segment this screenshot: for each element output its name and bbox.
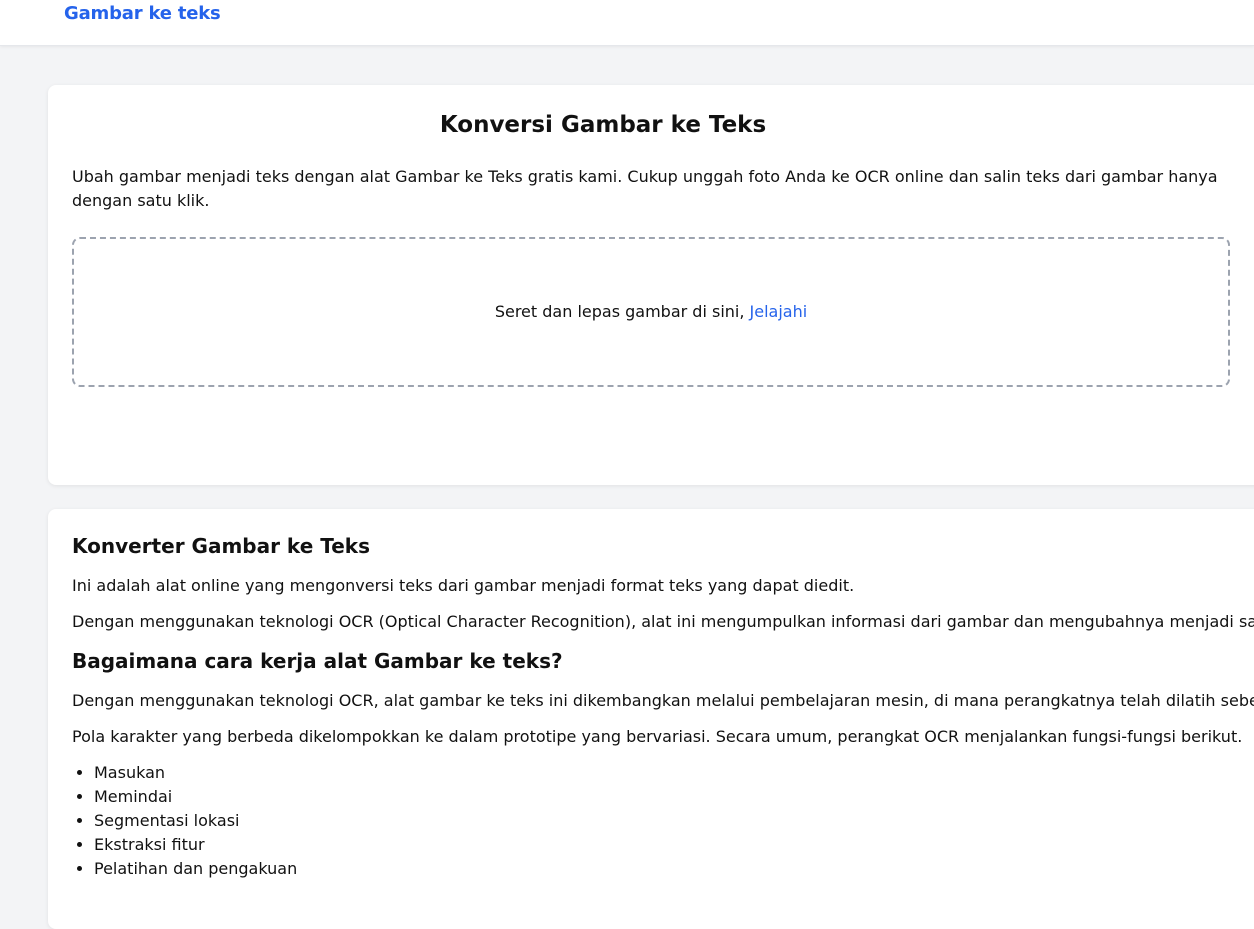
dropzone-label: Seret dan lepas gambar di sini, [494,302,750,321]
list-item: Pelatihan dan pengakuan [94,857,1254,881]
list-item: Memindai [94,785,1254,809]
info-paragraph-1: Ini adalah alat online yang mengonversi … [72,576,855,595]
browse-link[interactable]: Jelajahi [750,302,808,321]
tool-description: Ubah gambar menjadi teks dengan alat Gam… [72,167,1218,210]
list-item: Masukan [94,761,1254,785]
top-navbar: Gambar ke teks [0,0,1254,46]
dropzone-instructions: Seret dan lepas gambar di sini, Jelajahi [495,300,807,324]
ocr-functions-list: Masukan Memindai Segmentasi lokasi Ekstr… [72,761,1254,881]
page-title: Konversi Gambar ke Teks [439,112,767,138]
section-heading-how-it-works: Bagaimana cara kerja alat Gambar ke teks… [72,649,563,673]
brand-logo-link[interactable]: Gambar ke teks [64,3,221,24]
info-content: Konverter Gambar ke Teks Ini adalah alat… [72,531,1254,881]
image-dropzone[interactable]: Seret dan lepas gambar di sini, Jelajahi [72,237,1230,387]
section-heading-converter: Konverter Gambar ke Teks [72,534,370,558]
info-paragraph-3: Dengan menggunakan teknologi OCR, alat g… [72,691,1254,710]
info-paragraph-4: Pola karakter yang berbeda dikelompokkan… [72,727,1243,746]
list-item: Segmentasi lokasi [94,809,1254,833]
list-item: Ekstraksi fitur [94,833,1254,857]
info-paragraph-2: Dengan menggunakan teknologi OCR (Optica… [72,612,1254,631]
